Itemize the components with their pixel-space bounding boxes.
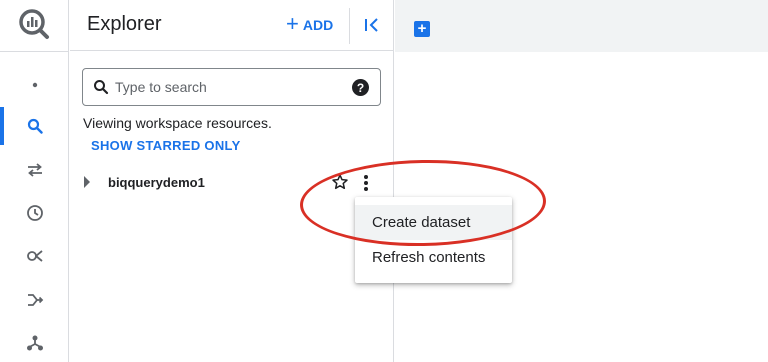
explorer-title: Explorer (87, 13, 162, 35)
rail-item-connections[interactable] (0, 322, 69, 362)
context-menu: Create dataset Refresh contents (355, 197, 512, 283)
search-icon (27, 118, 43, 134)
add-button-label: ADD (302, 17, 334, 33)
header-divider (349, 8, 350, 44)
menu-item-refresh-contents[interactable]: Refresh contents (355, 240, 512, 275)
menu-item-create-dataset[interactable]: Create dataset (355, 205, 512, 240)
expand-arrow-icon[interactable] (84, 176, 90, 188)
nav-rail (0, 0, 69, 362)
search-icon (94, 80, 109, 95)
search-box: ? (82, 68, 381, 106)
dataflow-icon (27, 294, 43, 306)
search-input[interactable] (115, 76, 345, 98)
project-name[interactable]: biqquerydemo1 (108, 175, 205, 190)
connections-icon (26, 335, 43, 351)
rail-item-dot[interactable] (0, 64, 69, 106)
collapse-panel-button[interactable] (361, 14, 383, 36)
explorer-panel: Explorer + ADD ? Viewing workspace resou… (70, 0, 394, 362)
collapse-left-icon (365, 18, 378, 32)
editor-tab-bar: + (395, 0, 768, 52)
explorer-header: Explorer + ADD (70, 0, 394, 51)
history-icon (26, 205, 43, 221)
more-actions-icon[interactable] (361, 173, 371, 193)
dot-icon (32, 82, 37, 88)
viewing-resources-text: Viewing workspace resources. (83, 115, 272, 131)
rail-item-analytics-hub[interactable] (0, 235, 69, 277)
new-tab-plus-icon[interactable]: + (414, 21, 430, 37)
transfers-icon (27, 163, 42, 177)
plus-icon: + (286, 11, 299, 36)
rail-divider (0, 51, 69, 52)
show-starred-only-link[interactable]: SHOW STARRED ONLY (91, 138, 241, 153)
analytics-hub-icon (26, 250, 43, 262)
rail-item-dataflow[interactable] (0, 279, 69, 321)
tree-row-project[interactable]: biqquerydemo1 (70, 170, 394, 196)
help-icon[interactable]: ? (352, 79, 369, 96)
rail-item-history[interactable] (0, 192, 69, 234)
rail-item-transfers[interactable] (0, 149, 69, 191)
add-button[interactable]: + ADD (286, 13, 333, 37)
bigquery-logo-icon[interactable] (17, 7, 51, 41)
star-outline-icon[interactable] (331, 173, 349, 191)
rail-item-search[interactable] (0, 105, 69, 147)
